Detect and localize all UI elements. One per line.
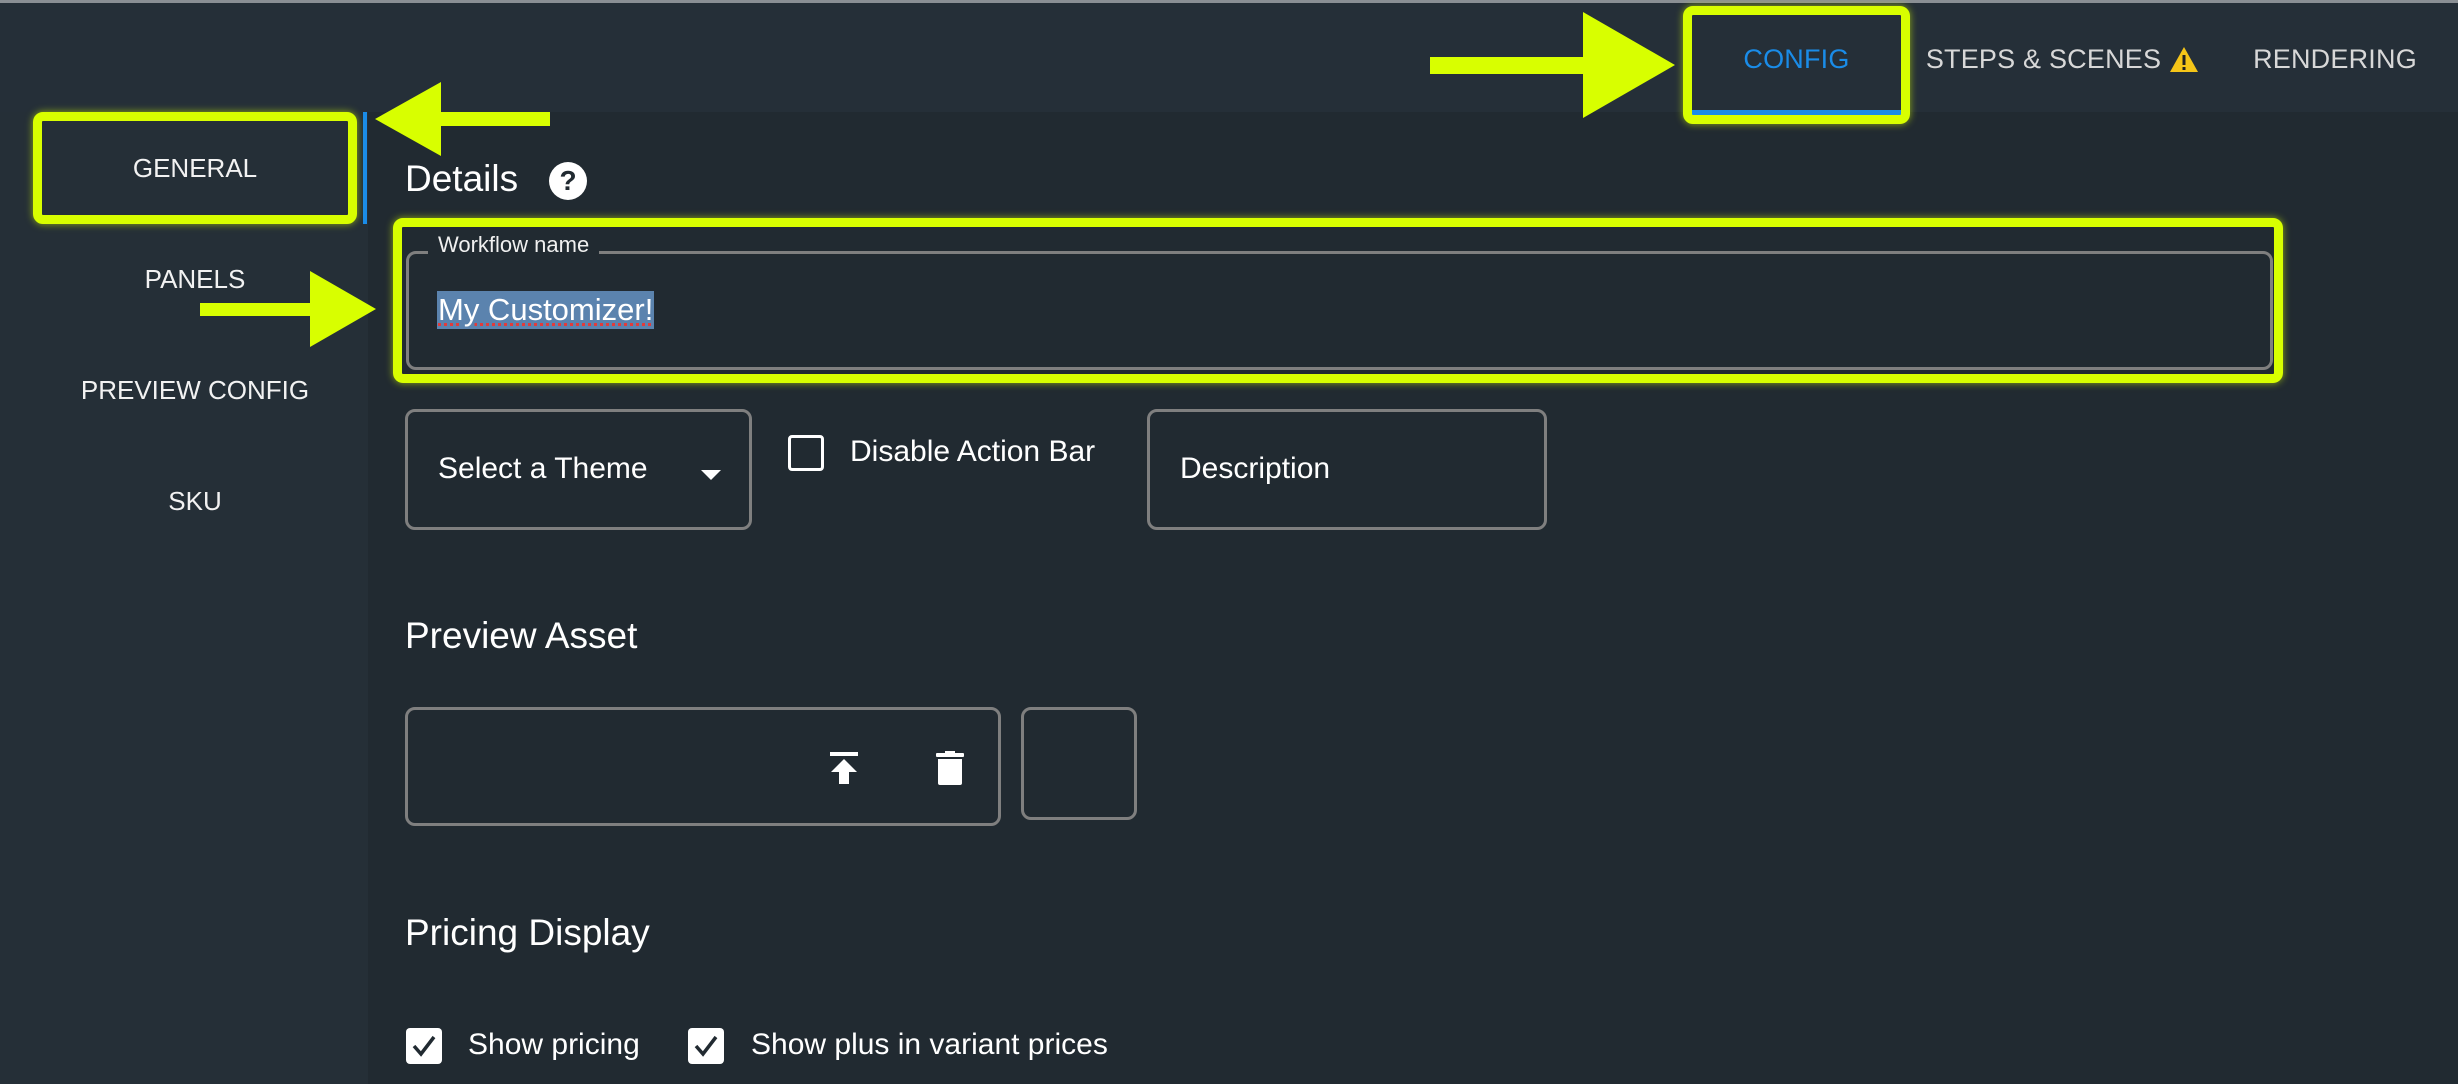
tab-config[interactable]: CONFIG: [1692, 3, 1901, 115]
show-pricing-checkbox[interactable]: [406, 1028, 442, 1064]
sidebar-item-label: GENERAL: [132, 152, 258, 183]
chevron-down-icon: [701, 470, 721, 480]
workflow-name-input[interactable]: My Customizer!: [437, 291, 655, 329]
sidebar: GENERAL PANELS PREVIEW CONFIG SKU: [0, 112, 368, 1084]
help-circle-icon[interactable]: ?: [549, 162, 587, 200]
checkmark-icon: [412, 1035, 436, 1057]
preview-asset-heading: Preview Asset: [405, 615, 638, 656]
sidebar-item-preview-config[interactable]: PREVIEW CONFIG: [33, 334, 357, 446]
description-placeholder: Description: [1180, 452, 1331, 485]
tab-config-label: CONFIG: [1743, 43, 1850, 74]
active-tab-indicator: [1692, 110, 1901, 115]
show-pricing-label: Show pricing: [468, 1028, 640, 1061]
show-plus-variant-prices-checkbox[interactable]: [688, 1028, 724, 1064]
show-plus-variant-prices-label: Show plus in variant prices: [751, 1028, 1108, 1061]
tab-steps-and-scenes[interactable]: STEPS & SCENES: [1925, 3, 2200, 115]
disable-action-bar-checkbox[interactable]: [788, 435, 824, 471]
workflow-name-label: Workflow name: [428, 232, 600, 258]
preview-asset-field[interactable]: [405, 707, 1001, 826]
checkmark-icon: [694, 1035, 718, 1057]
trash-icon[interactable]: [935, 750, 965, 791]
app-root: CONFIG STEPS & SCENES RENDERING GENERAL …: [0, 0, 2458, 1084]
sidebar-item-panels[interactable]: PANELS: [33, 223, 357, 335]
warning-triangle-icon: [2169, 46, 2199, 73]
theme-select[interactable]: Select a Theme: [405, 409, 752, 530]
workflow-name-value: My Customizer!: [438, 292, 654, 327]
top-tab-bar: CONFIG STEPS & SCENES RENDERING: [0, 0, 2458, 115]
sidebar-item-general[interactable]: GENERAL: [33, 112, 357, 224]
details-heading: Details: [405, 158, 519, 199]
pricing-display-heading: Pricing Display: [405, 912, 650, 953]
sidebar-item-label: SKU: [168, 485, 222, 516]
preview-asset-thumbnail[interactable]: [1021, 707, 1137, 820]
description-input[interactable]: Description: [1147, 409, 1547, 530]
theme-select-placeholder: Select a Theme: [438, 452, 648, 485]
tab-rendering-label: RENDERING: [2253, 43, 2417, 74]
tab-steps-label: STEPS & SCENES: [1925, 43, 2162, 74]
workflow-name-field[interactable]: [406, 251, 2273, 370]
tab-rendering[interactable]: RENDERING: [2240, 3, 2430, 115]
upload-icon[interactable]: [828, 750, 860, 791]
sidebar-item-label: PREVIEW CONFIG: [80, 374, 310, 405]
sidebar-item-sku[interactable]: SKU: [33, 445, 357, 557]
sidebar-item-label: PANELS: [144, 263, 246, 294]
sidebar-active-indicator: [363, 112, 367, 224]
disable-action-bar-label: Disable Action Bar: [850, 435, 1096, 468]
